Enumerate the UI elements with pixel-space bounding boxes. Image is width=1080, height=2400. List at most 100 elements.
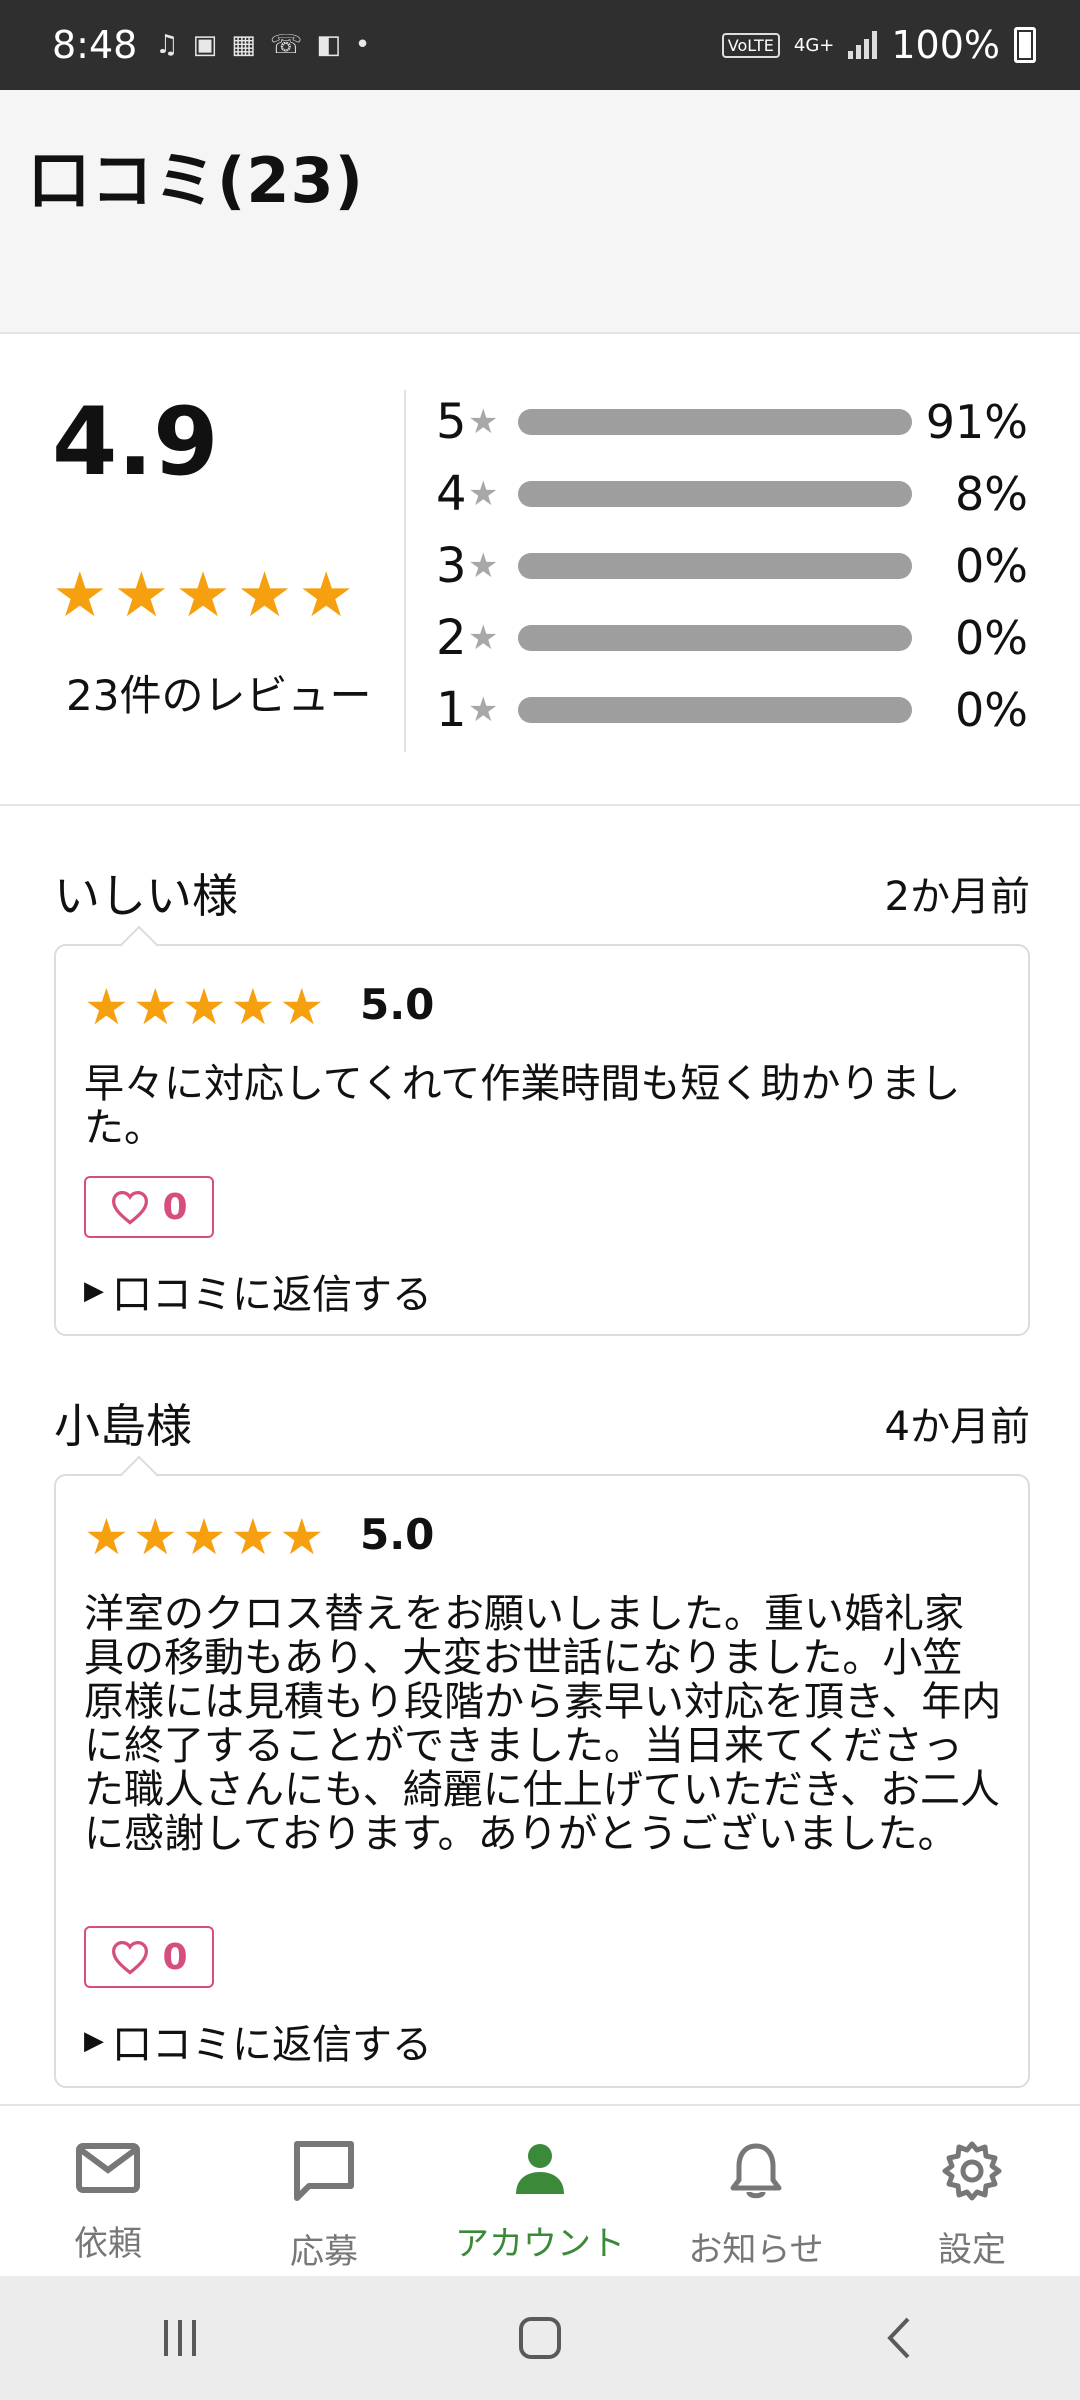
card-notch	[120, 1455, 158, 1493]
like-count: 0	[162, 1936, 188, 1978]
star-level: 1	[436, 682, 467, 738]
distribution-percent: 0%	[955, 683, 1028, 737]
review-date: 4か月前	[884, 1404, 1030, 1450]
volte-badge: VoLTE	[721, 32, 780, 58]
bottom-nav: 依頼 応募 アカウント お知らせ 設定	[0, 2104, 1080, 2276]
card-notch	[120, 925, 158, 963]
review-item: 小島様 4か月前 ★ ★ ★ ★ ★ 5.0 洋室のクロス替えをお願いしました。…	[54, 1386, 1030, 2090]
nav-label: 設定	[938, 2230, 1006, 2270]
bell-icon	[727, 2140, 785, 2202]
star-icon: ★	[132, 1508, 178, 1566]
star-icon: ★	[230, 1508, 276, 1566]
star-icon: ★	[52, 558, 108, 631]
person-icon	[512, 2140, 568, 2196]
star-level: 5	[436, 394, 467, 450]
distribution-row-3: 3 ★ 0%	[436, 536, 1036, 596]
reply-label: 口コミに返信する	[112, 2022, 432, 2068]
distribution-bar	[518, 625, 912, 651]
nav-item-notifications[interactable]: お知らせ	[648, 2106, 864, 2276]
review-count: 23件のレビュー	[66, 671, 372, 720]
nav-label: アカウント	[455, 2224, 625, 2264]
distribution-percent: 0%	[955, 539, 1028, 593]
call-icon: ☏	[269, 30, 303, 60]
reply-link[interactable]: ▶ 口コミに返信する	[84, 1262, 432, 1320]
review-text: 洋室のクロス替えをお願いしました。重い婚礼家具の移動もあり、大変お世話になりまし…	[84, 1591, 1002, 1857]
distribution-bar	[518, 697, 912, 723]
like-count: 0	[162, 1186, 188, 1228]
like-button[interactable]: 0	[84, 1176, 214, 1238]
battery-percent: 100%	[891, 23, 1000, 67]
star-icon: ★	[468, 402, 499, 442]
distribution-row-1: 1 ★ 0%	[436, 680, 1036, 740]
review-score: 5.0	[360, 980, 435, 1029]
star-icon: ★	[84, 978, 129, 1036]
home-icon	[519, 2317, 561, 2359]
star-level: 2	[436, 610, 467, 666]
star-icon: ★	[279, 1508, 325, 1566]
star-icon: ★	[468, 690, 499, 730]
battery-icon	[1014, 27, 1036, 63]
app-icon-2: ◧	[316, 30, 341, 60]
chat-icon	[291, 2140, 357, 2204]
more-dot-icon: •	[354, 30, 371, 60]
network-type: 4G+	[793, 34, 835, 56]
system-nav-bar	[0, 2276, 1080, 2400]
review-card: ★ ★ ★ ★ ★ 5.0 洋室のクロス替えをお願いしました。重い婚礼家具の移動…	[54, 1455, 1030, 2088]
nav-label: お知らせ	[688, 2230, 824, 2270]
app-icon: ▣	[192, 30, 218, 60]
star-icon: ★	[236, 558, 293, 631]
star-icon: ★	[175, 558, 231, 631]
star-icon: ★	[84, 1508, 129, 1566]
star-icon: ★	[181, 1508, 227, 1566]
heart-icon	[112, 1190, 149, 1225]
average-rating: 4.9	[52, 388, 219, 497]
reply-link[interactable]: ▶ 口コミに返信する	[84, 2012, 432, 2070]
home-button[interactable]	[480, 2315, 600, 2361]
distribution-percent: 8%	[955, 467, 1028, 521]
review-card: ★ ★ ★ ★ ★ 5.0 早々に対応してくれて作業時間も短く助かりました。 0…	[54, 925, 1030, 1336]
review-stars: ★ ★ ★ ★ ★	[84, 982, 324, 1032]
nav-item-requests[interactable]: 依頼	[0, 2106, 216, 2276]
status-bar: 8:48 ♫ ▣ ▦ ☏ ◧ • VoLTE 4G+ 100%	[0, 0, 1080, 90]
divider	[404, 390, 406, 752]
recent-apps-button[interactable]	[120, 2316, 240, 2360]
notification-icons: ♫ ▣ ▦ ☏ ◧ •	[155, 30, 370, 60]
recent-apps-icon	[164, 2320, 196, 2356]
review-date: 2か月前	[884, 874, 1030, 920]
triangle-right-icon: ▶	[84, 1276, 104, 1306]
rating-summary: 4.9 ★ ★ ★ ★ ★ 23件のレビュー 5 ★ 91% 4 ★ 8% 3 …	[0, 336, 1080, 806]
star-icon: ★	[279, 978, 325, 1036]
gear-icon	[941, 2140, 1003, 2202]
calendar-icon: ▦	[231, 30, 256, 60]
distribution-row-2: 2 ★ 0%	[436, 608, 1036, 668]
star-icon: ★	[468, 474, 499, 514]
distribution-percent: 91%	[925, 395, 1028, 449]
reviewer-name: いしい様	[54, 869, 238, 923]
mail-icon	[75, 2140, 141, 2196]
nav-item-settings[interactable]: 設定	[864, 2106, 1080, 2276]
back-icon	[887, 2317, 910, 2359]
star-icon: ★	[113, 558, 170, 631]
back-button[interactable]	[840, 2315, 960, 2361]
music-icon: ♫	[155, 30, 179, 60]
nav-label: 応募	[290, 2232, 358, 2272]
distribution-bar	[518, 553, 912, 579]
review-item: いしい様 2か月前 ★ ★ ★ ★ ★ 5.0 早々に対応してくれて作業時間も短…	[54, 856, 1030, 1340]
star-icon: ★	[468, 546, 499, 586]
review-stars: ★ ★ ★ ★ ★	[84, 1512, 324, 1562]
star-icon: ★	[132, 978, 178, 1036]
review-score: 5.0	[360, 1510, 435, 1559]
triangle-right-icon: ▶	[84, 2026, 104, 2056]
like-button[interactable]: 0	[84, 1926, 214, 1988]
star-icon: ★	[230, 978, 276, 1036]
distribution-bar	[518, 481, 912, 507]
reply-label: 口コミに返信する	[112, 1272, 432, 1318]
distribution-row-4: 4 ★ 8%	[436, 464, 1036, 524]
star-level: 3	[436, 538, 467, 594]
nav-item-account[interactable]: アカウント	[432, 2106, 648, 2276]
status-time: 8:48	[52, 23, 138, 67]
star-level: 4	[436, 466, 467, 522]
reviewer-name: 小島様	[54, 1399, 192, 1453]
nav-item-applications[interactable]: 応募	[216, 2106, 432, 2276]
nav-label: 依頼	[74, 2224, 142, 2264]
